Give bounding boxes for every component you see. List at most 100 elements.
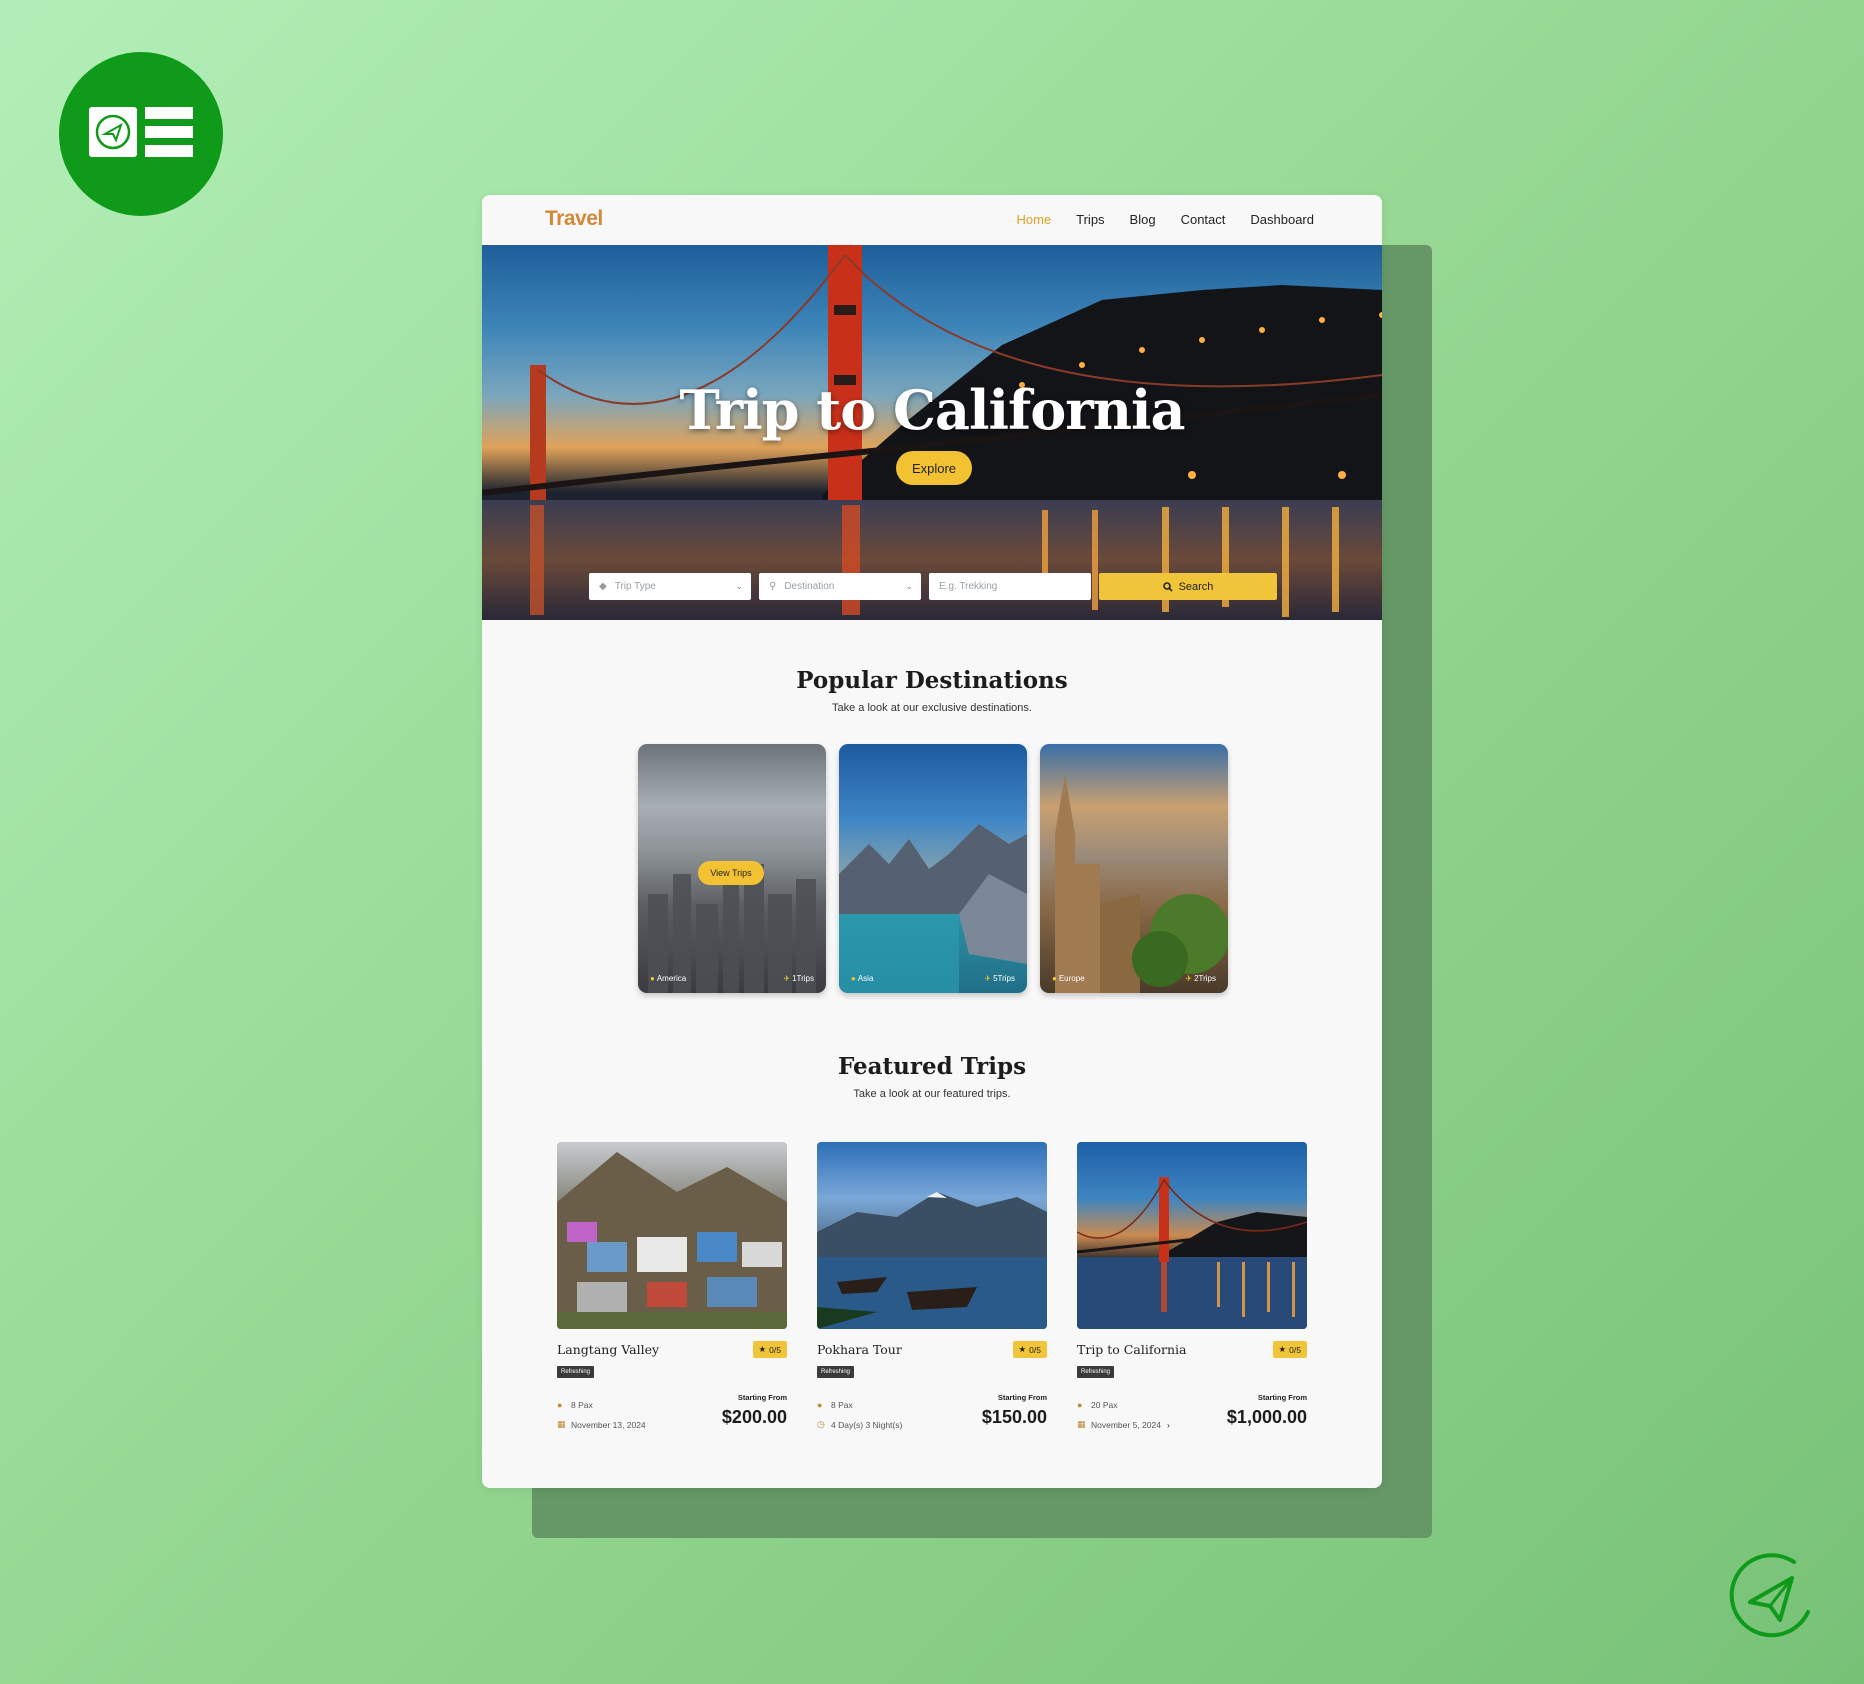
destination-card-america[interactable]: View Trips ● America ✈ 1Trips: [638, 744, 826, 993]
trip-card: Langtang Valley ★ 0/5 Refreshing ● 8 Pax…: [557, 1142, 787, 1430]
diamond-icon: ◆: [599, 581, 607, 592]
map-pin-icon: ●: [1052, 974, 1057, 983]
destination-name: America: [656, 974, 687, 983]
plane-icon: ✈: [1185, 974, 1193, 983]
trip-tag: Refreshing: [817, 1366, 855, 1378]
trip-card: Pokhara Tour ★ 0/5 Refreshing ● 8 Pax ◷ …: [817, 1142, 1047, 1430]
star-icon: ★: [758, 1344, 767, 1354]
destination-placeholder: Destination: [784, 581, 835, 592]
trip-pax: ● 8 Pax: [817, 1400, 853, 1410]
view-trips-button[interactable]: View Trips: [698, 861, 764, 885]
trip-image[interactable]: [1077, 1142, 1307, 1329]
popular-destinations-title: Popular Destinations: [796, 667, 1068, 694]
trip-detail-value: November 5, 2024: [1091, 1419, 1161, 1430]
explore-button[interactable]: Explore: [896, 451, 972, 485]
destination-card-footer: ● America ✈ 1Trips: [638, 974, 826, 983]
pax-value: 8 Pax: [571, 1400, 593, 1410]
plane-icon: ✈: [783, 974, 791, 983]
plugin-logo-badge: [59, 52, 223, 216]
lake-mountains-image: [817, 1192, 1047, 1329]
golden-gate-bridge-image: [1077, 1177, 1307, 1329]
map-pin-icon: ●: [851, 974, 856, 983]
nav-link-trips[interactable]: Trips: [1076, 212, 1104, 227]
trip-type-placeholder: Trip Type: [614, 581, 656, 592]
trip-detail: ▦ November 13, 2024: [557, 1419, 646, 1430]
destination-card-footer: ● Europe ✈ 2Trips: [1040, 974, 1228, 983]
search-icon: [1162, 581, 1173, 592]
trip-name[interactable]: Trip to California: [1077, 1342, 1186, 1357]
destination-name: Europe: [1058, 974, 1085, 983]
trip-detail-value: November 13, 2024: [571, 1419, 646, 1430]
trip-price: $150.00: [981, 1407, 1047, 1427]
starting-from-label: Starting From: [997, 1393, 1047, 1402]
destination-cards: View Trips ● America ✈ 1Trips ● Asia ✈ 5Trip…: [638, 744, 1228, 993]
trip-price: $1,000.00: [1226, 1407, 1307, 1427]
trip-type-select[interactable]: ◆ Trip Type ⌄: [589, 573, 751, 600]
chevron-right-icon[interactable]: ›: [1167, 1420, 1170, 1430]
calendar-icon: ▦: [557, 1419, 566, 1429]
trip-image[interactable]: [557, 1142, 787, 1329]
nav-link-home[interactable]: Home: [1016, 212, 1051, 227]
featured-trip-cards: Langtang Valley ★ 0/5 Refreshing ● 8 Pax…: [557, 1142, 1307, 1430]
trip-tag: Refreshing: [1077, 1366, 1115, 1378]
clock-icon: ◷: [817, 1419, 825, 1429]
rating-value: 0/5: [1029, 1344, 1041, 1355]
popular-destinations-subtitle: Take a look at our exclusive destination…: [832, 702, 1032, 714]
user-icon: ●: [1077, 1400, 1083, 1410]
trip-image[interactable]: [817, 1142, 1047, 1329]
rating-value: 0/5: [769, 1344, 781, 1355]
chevron-down-icon: ⌄: [905, 581, 913, 591]
trip-name[interactable]: Pokhara Tour: [817, 1342, 902, 1357]
destination-select[interactable]: ⚲ Destination ⌄: [759, 573, 921, 600]
nav-link-blog[interactable]: Blog: [1130, 212, 1156, 227]
trip-tag: Refreshing: [557, 1366, 595, 1378]
featured-trips-title: Featured Trips: [837, 1053, 1027, 1080]
star-icon: ★: [1018, 1344, 1027, 1354]
trip-price: $200.00: [721, 1407, 787, 1427]
brand-logo[interactable]: Travel: [545, 207, 603, 231]
navbar: Travel Home Trips Blog Contact Dashboard: [482, 195, 1382, 245]
search-button-label: Search: [1178, 580, 1214, 593]
pax-value: 20 Pax: [1091, 1400, 1118, 1410]
trip-pax: ● 20 Pax: [1077, 1400, 1117, 1410]
destination-card-asia[interactable]: ● Asia ✈ 5Trips: [839, 744, 1027, 993]
destination-trip-count: 5Trips: [993, 974, 1015, 983]
bay-cliffs-image: [839, 824, 1027, 993]
destination-card-europe[interactable]: ● Europe ✈ 2Trips: [1040, 744, 1228, 993]
chevron-down-icon: ⌄: [735, 581, 743, 591]
paper-plane-logo-icon: [1729, 1553, 1810, 1638]
nav-link-dashboard[interactable]: Dashboard: [1250, 212, 1314, 227]
hero-title: Trip to California: [679, 378, 1186, 442]
map-pin-icon: ⚲: [769, 581, 777, 592]
map-pin-icon: ●: [650, 974, 655, 983]
pax-value: 8 Pax: [831, 1400, 853, 1410]
mountain-village-image: [557, 1152, 787, 1329]
trip-pax: ● 8 Pax: [557, 1400, 593, 1410]
star-icon: ★: [1278, 1344, 1287, 1354]
plugin-logo-icon: [89, 107, 193, 157]
featured-trips-section: Featured Trips Take a look at our featur…: [482, 1053, 1382, 1100]
hero-banner: Trip to California Explore ◆ Trip Type ⌄…: [482, 245, 1382, 620]
destination-card-footer: ● Asia ✈ 5Trips: [839, 974, 1027, 983]
search-button[interactable]: Search: [1099, 573, 1277, 600]
popular-destinations-section: Popular Destinations Take a look at our …: [482, 667, 1382, 714]
trip-name[interactable]: Langtang Valley: [557, 1342, 659, 1357]
destination-trip-count: 1Trips: [792, 974, 814, 983]
user-icon: ●: [557, 1400, 563, 1410]
nav-link-contact[interactable]: Contact: [1181, 212, 1226, 227]
castle-city-image: [1055, 774, 1228, 993]
keyword-placeholder: E.g. Trekking: [939, 581, 998, 592]
starting-from-label: Starting From: [737, 1393, 787, 1402]
trip-card: Trip to California ★ 0/5 Refreshing ● 20…: [1077, 1142, 1307, 1430]
featured-trips-subtitle: Take a look at our featured trips.: [853, 1088, 1011, 1100]
trip-detail: ◷ 4 Day(s) 3 Night(s): [817, 1419, 902, 1430]
website-preview: Travel Home Trips Blog Contact Dashboard: [482, 195, 1382, 1488]
nav-links: Home Trips Blog Contact Dashboard: [1016, 212, 1314, 227]
trip-detail: ▦ November 5, 2024 ›: [1077, 1419, 1170, 1430]
rating-badge: ★ 0/5: [1272, 1341, 1307, 1358]
trip-detail-value: 4 Day(s) 3 Night(s): [831, 1419, 903, 1430]
plane-icon: ✈: [984, 974, 992, 983]
keyword-input[interactable]: E.g. Trekking: [929, 573, 1091, 600]
trip-search-bar: ◆ Trip Type ⌄ ⚲ Destination ⌄ E.g. Trekk…: [589, 573, 1277, 600]
rating-badge: ★ 0/5: [752, 1341, 787, 1358]
